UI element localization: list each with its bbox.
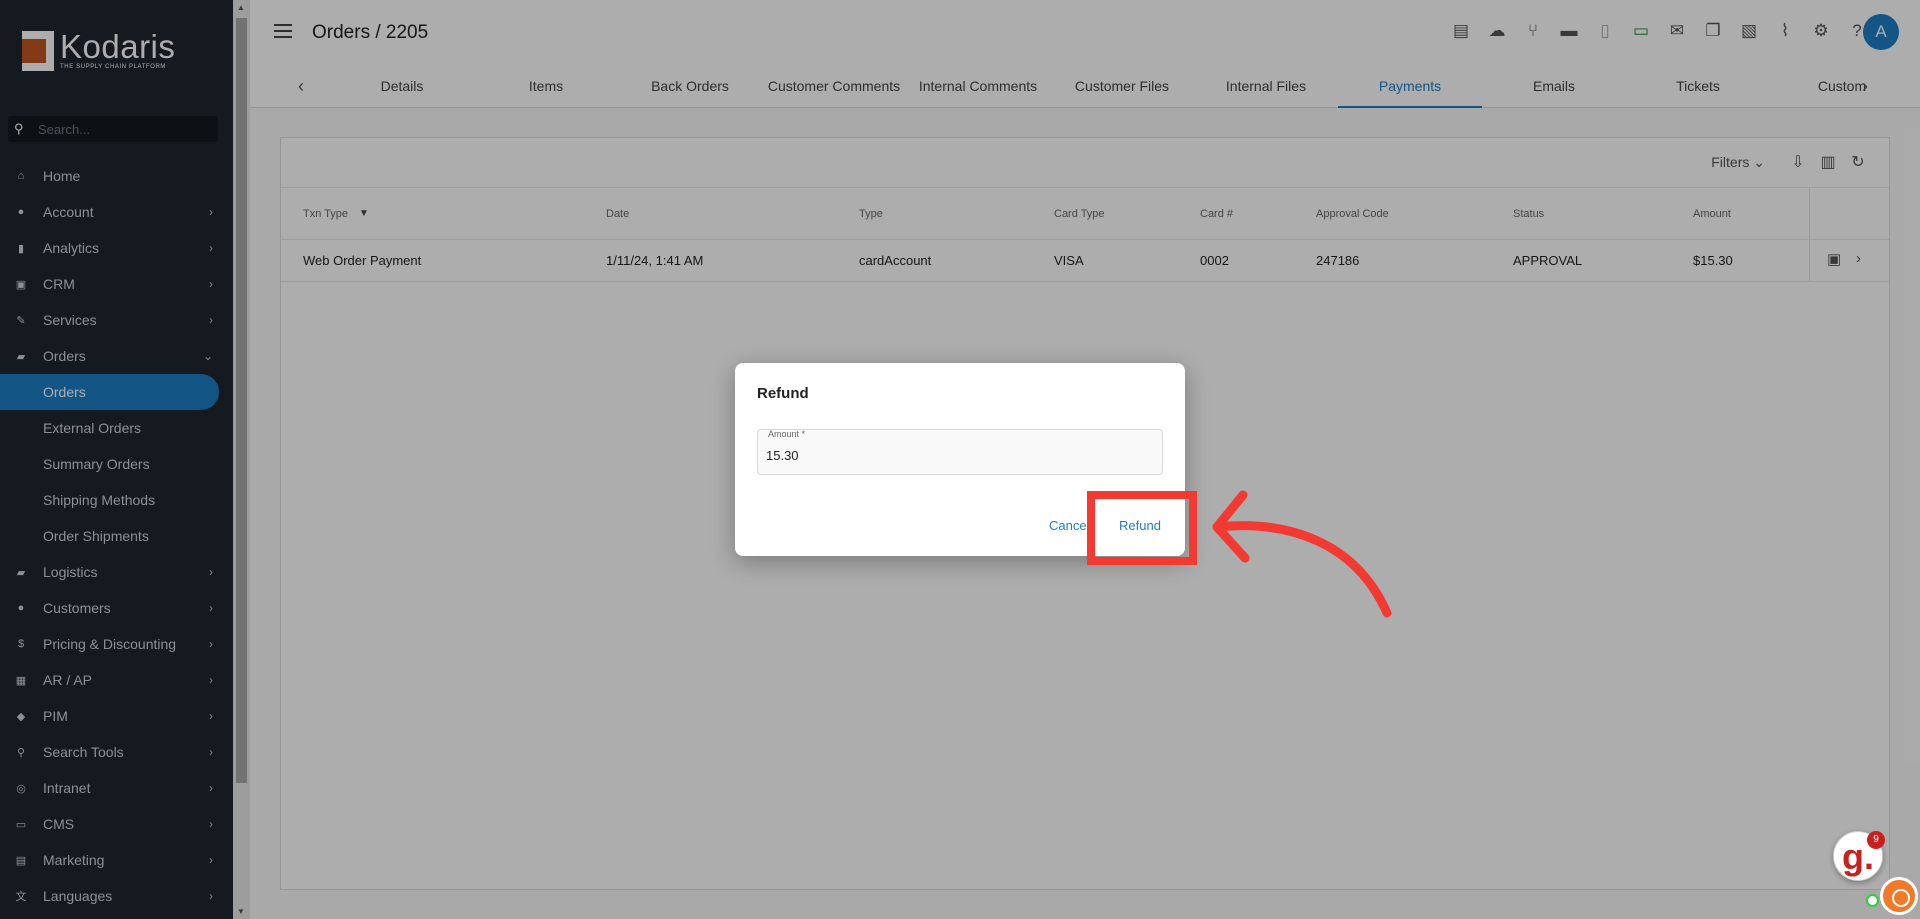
online-status-icon [1866, 894, 1879, 907]
chat-bubble-icon[interactable] [1880, 877, 1918, 915]
chat-notification-badge: 9 [1867, 831, 1885, 849]
annotation-arrow-icon [1212, 490, 1392, 618]
dialog-title: Refund [757, 385, 809, 402]
cancel-button[interactable]: Cancel [1049, 518, 1089, 533]
amount-field[interactable]: Amount * [757, 429, 1163, 475]
annotation-highlight-box [1087, 491, 1197, 565]
amount-label: Amount * [768, 429, 806, 439]
amount-input[interactable] [766, 448, 1146, 463]
